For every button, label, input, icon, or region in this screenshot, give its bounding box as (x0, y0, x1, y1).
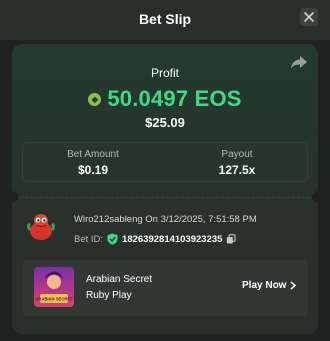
payout-stat: Payout 127.5x (167, 149, 307, 177)
game-provider: Ruby Play (86, 290, 132, 301)
payout-value: 127.5x (218, 163, 256, 177)
copy-icon[interactable] (226, 234, 236, 244)
profit-amount-row: ◆ 50.0497 EOS (12, 86, 318, 112)
chevron-right-icon (290, 281, 297, 290)
ticket-notch-right (312, 191, 318, 203)
game-title: Arabian Secret (86, 274, 153, 285)
bet-user-and-time: Wiro212sableng On 3/12/2025, 7:51:58 PM (74, 214, 257, 225)
profit-fiat-value: $25.09 (145, 115, 185, 130)
bet-amount-value: $0.19 (77, 163, 109, 177)
payout-label: Payout (221, 149, 253, 160)
bet-stats-panel: Bet Amount $0.19 Payout 127.5x (22, 142, 308, 182)
verified-shield-icon (107, 233, 118, 245)
bet-id-row: Bet ID: 1826392814103923235 (74, 233, 236, 245)
bet-slip-header: Bet Slip (0, 0, 330, 40)
play-now-button[interactable]: Play Now (242, 280, 297, 291)
game-thumbnail[interactable]: ARABIAN SECRET (34, 267, 74, 307)
bet-amount-stat: Bet Amount $0.19 (23, 149, 163, 177)
bet-amount-label: Bet Amount (67, 149, 119, 160)
eos-coin-icon: ◆ (88, 92, 102, 106)
bet-slip-card: Profit ◆ 50.0497 EOS $25.09 Bet Amount $… (12, 44, 318, 334)
bet-id-label: Bet ID: (74, 233, 104, 245)
profit-amount: 50.0497 EOS (107, 86, 242, 111)
close-icon (304, 12, 314, 22)
profit-label: Profit (150, 66, 179, 80)
play-now-label: Play Now (242, 280, 287, 291)
ticket-notch-left (12, 191, 18, 203)
game-thumbnail-caption: ARABIAN SECRET (35, 297, 73, 302)
page-title: Bet Slip (138, 11, 192, 27)
game-card[interactable]: ARABIAN SECRET Arabian Secret Ruby Play … (22, 260, 308, 316)
bet-id-value: 1826392814103923235 (122, 233, 223, 245)
ticket-divider (20, 197, 310, 198)
avatar (27, 214, 55, 240)
close-button[interactable] (300, 8, 318, 26)
